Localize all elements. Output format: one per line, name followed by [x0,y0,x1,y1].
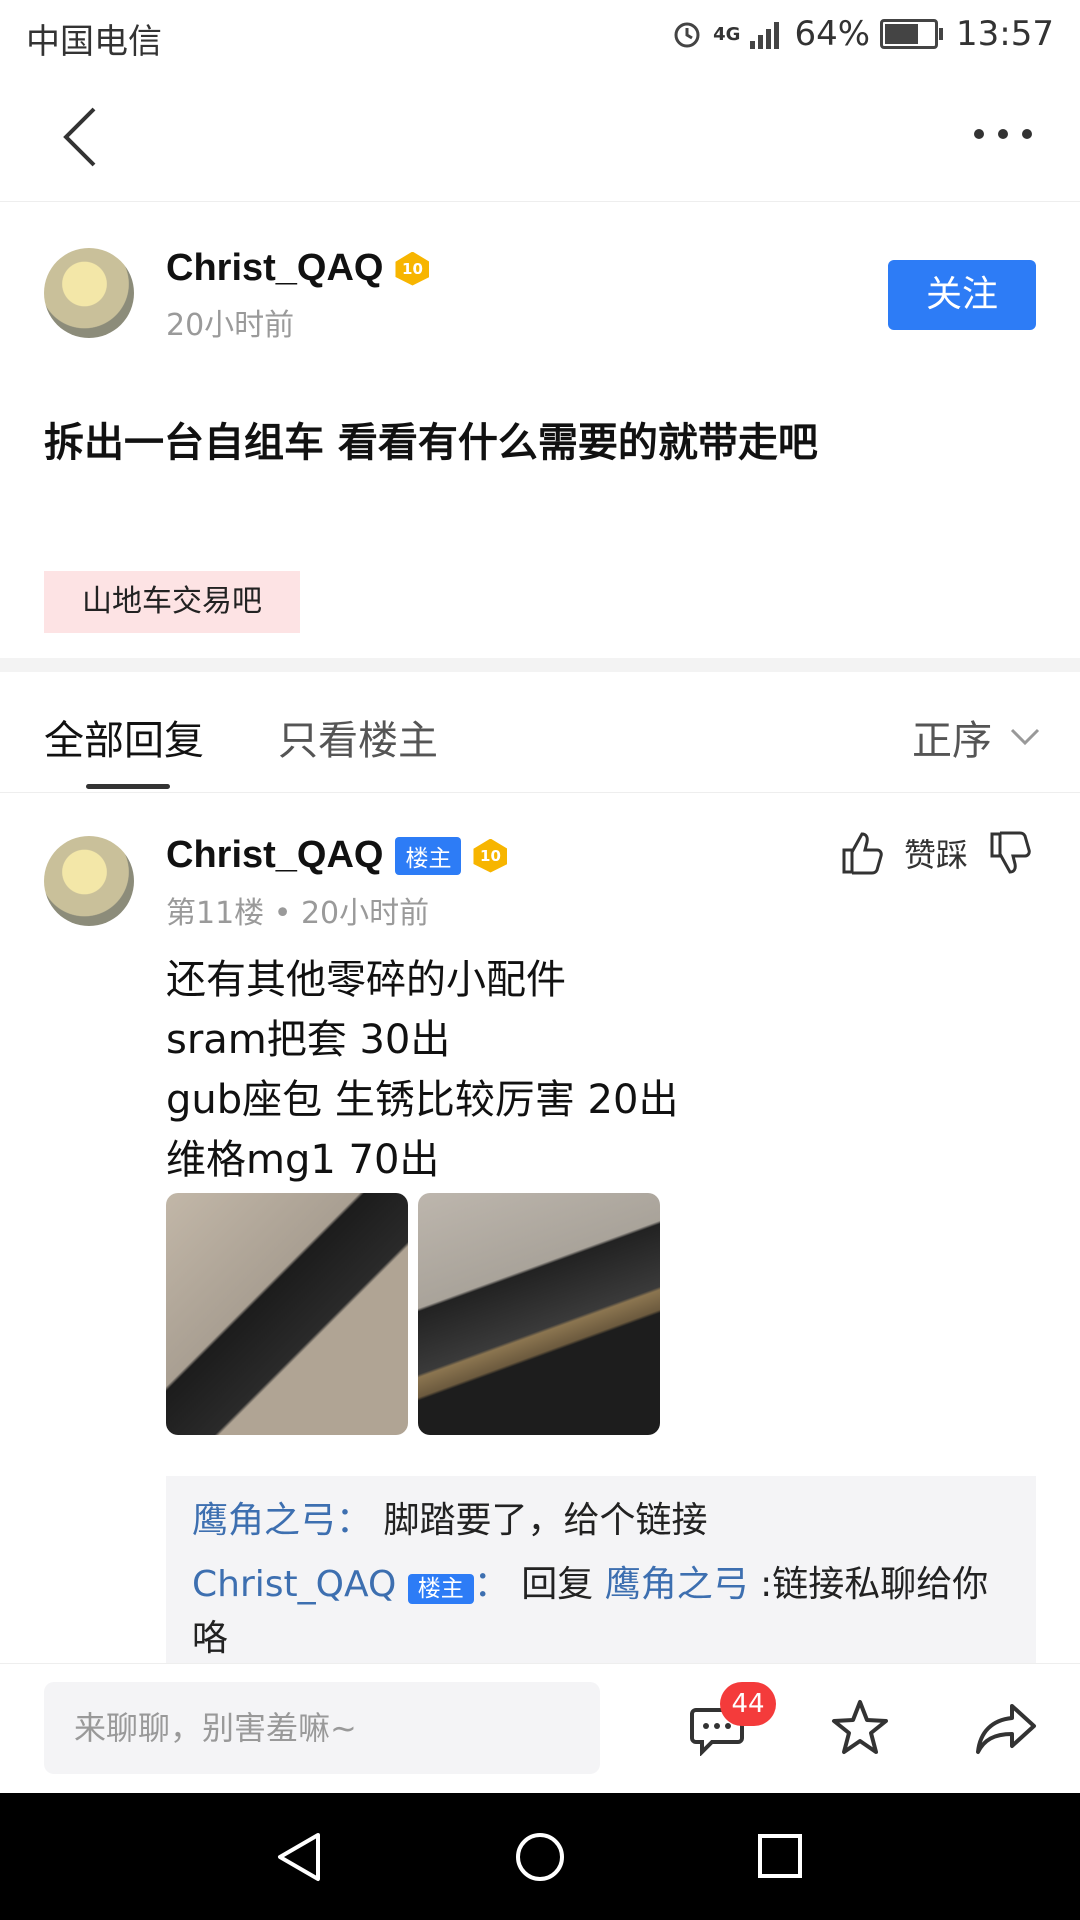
reply-line: 还有其他零碎的小配件 [166,957,566,1003]
reply-body: 还有其他零碎的小配件 sram把套 30出 gub座包 生锈比较厉害 20出 维… [166,950,678,1190]
sub-reply-user[interactable]: 鹰角之弓 [192,1500,336,1541]
sub-reply[interactable]: Christ_QAQ 楼主： 回复 鹰角之弓 :链接私聊给你咯 [166,1546,1036,1664]
author-name[interactable]: Christ_QAQ [166,247,383,290]
alarm-icon [674,22,700,48]
reply-line: 维格mg1 70出 [166,1137,440,1183]
sub-reply[interactable]: 鹰角之弓： 脚踏要了，给个链接 [166,1476,1036,1546]
thumb-down-icon[interactable] [988,830,1032,876]
section-divider [0,658,1080,672]
reply-avatar[interactable] [44,836,134,926]
author-avatar[interactable] [44,248,134,338]
follow-button[interactable]: 关注 [888,260,1036,330]
comment-input[interactable]: 来聊聊，别害羞嘛~ [44,1682,600,1774]
chevron-down-icon [1010,728,1040,746]
comment-count-badge: 44 [720,1682,776,1726]
share-icon[interactable] [974,1702,1038,1756]
network-label: 4G [713,23,741,45]
sub-reply-text: 脚踏要了，给个链接 [383,1500,708,1541]
reply-author-name[interactable]: Christ_QAQ [166,834,383,877]
post-title: 拆出一台自组车 看看有什么需要的就带走吧 [44,420,818,466]
sub-reply-prefix: 回复 [521,1564,594,1605]
sub-reply-sep: ： [336,1500,373,1541]
sub-reply-user[interactable]: Christ_QAQ [192,1564,396,1605]
op-badge: 楼主 [395,836,462,875]
post-time: 20小时前 [166,308,295,343]
more-icon[interactable] [974,129,1032,139]
signal-icon [750,22,780,49]
tab-op-only[interactable]: 只看楼主 [278,708,438,766]
vote-label: 赞踩 [904,836,969,874]
nav-recent-icon[interactable] [757,1833,803,1879]
clock: 13:57 [956,14,1054,54]
thumb-up-icon[interactable] [840,830,884,876]
reply-meta: 第11楼 • 20小时前 [166,896,430,931]
reply-line: sram把套 30出 [166,1017,451,1063]
status-right: 4G 64% 13:57 [671,14,1054,54]
star-icon[interactable] [830,1698,890,1758]
reply-image-pedals[interactable] [166,1193,408,1435]
battery-icon [880,19,944,49]
system-nav-bar [0,1793,1080,1920]
reply-author-row: Christ_QAQ 楼主 10 [166,834,508,877]
tab-all-replies[interactable]: 全部回复 [44,708,204,766]
sub-replies-box: 鹰角之弓： 脚踏要了，给个链接 Christ_QAQ 楼主： 回复 鹰角之弓 :… [166,1476,1036,1666]
sort-dropdown[interactable]: 正序 [912,708,1040,766]
status-bar: 中国电信 4G 64% 13:57 [0,0,1080,75]
author-row: Christ_QAQ 10 [166,247,430,290]
nav-back-icon[interactable] [274,1831,324,1883]
reply-tabs: 全部回复 只看楼主 正序 [0,672,1080,793]
level-badge-icon: 10 [395,251,430,286]
active-tab-indicator [86,784,170,789]
vote-group: 赞踩 [840,830,1032,876]
op-badge: 楼主 [407,1574,474,1604]
top-navbar [0,75,1080,202]
bottom-bar: 来聊聊，别害羞嘛~ 44 [0,1663,1080,1794]
reply-line: gub座包 生锈比较厉害 20出 [166,1077,679,1123]
reply-image-saddle[interactable] [418,1193,660,1435]
sub-reply-sep: ： [473,1564,510,1605]
carrier-label: 中国电信 [26,22,162,62]
forum-tag[interactable]: 山地车交易吧 [44,571,300,633]
nav-home-icon[interactable] [514,1831,566,1883]
battery-percent: 64% [794,14,871,54]
level-badge-icon: 10 [473,838,508,873]
back-icon[interactable] [60,105,100,169]
sort-label: 正序 [912,718,992,764]
sub-reply-target[interactable]: 鹰角之弓 [605,1564,749,1605]
